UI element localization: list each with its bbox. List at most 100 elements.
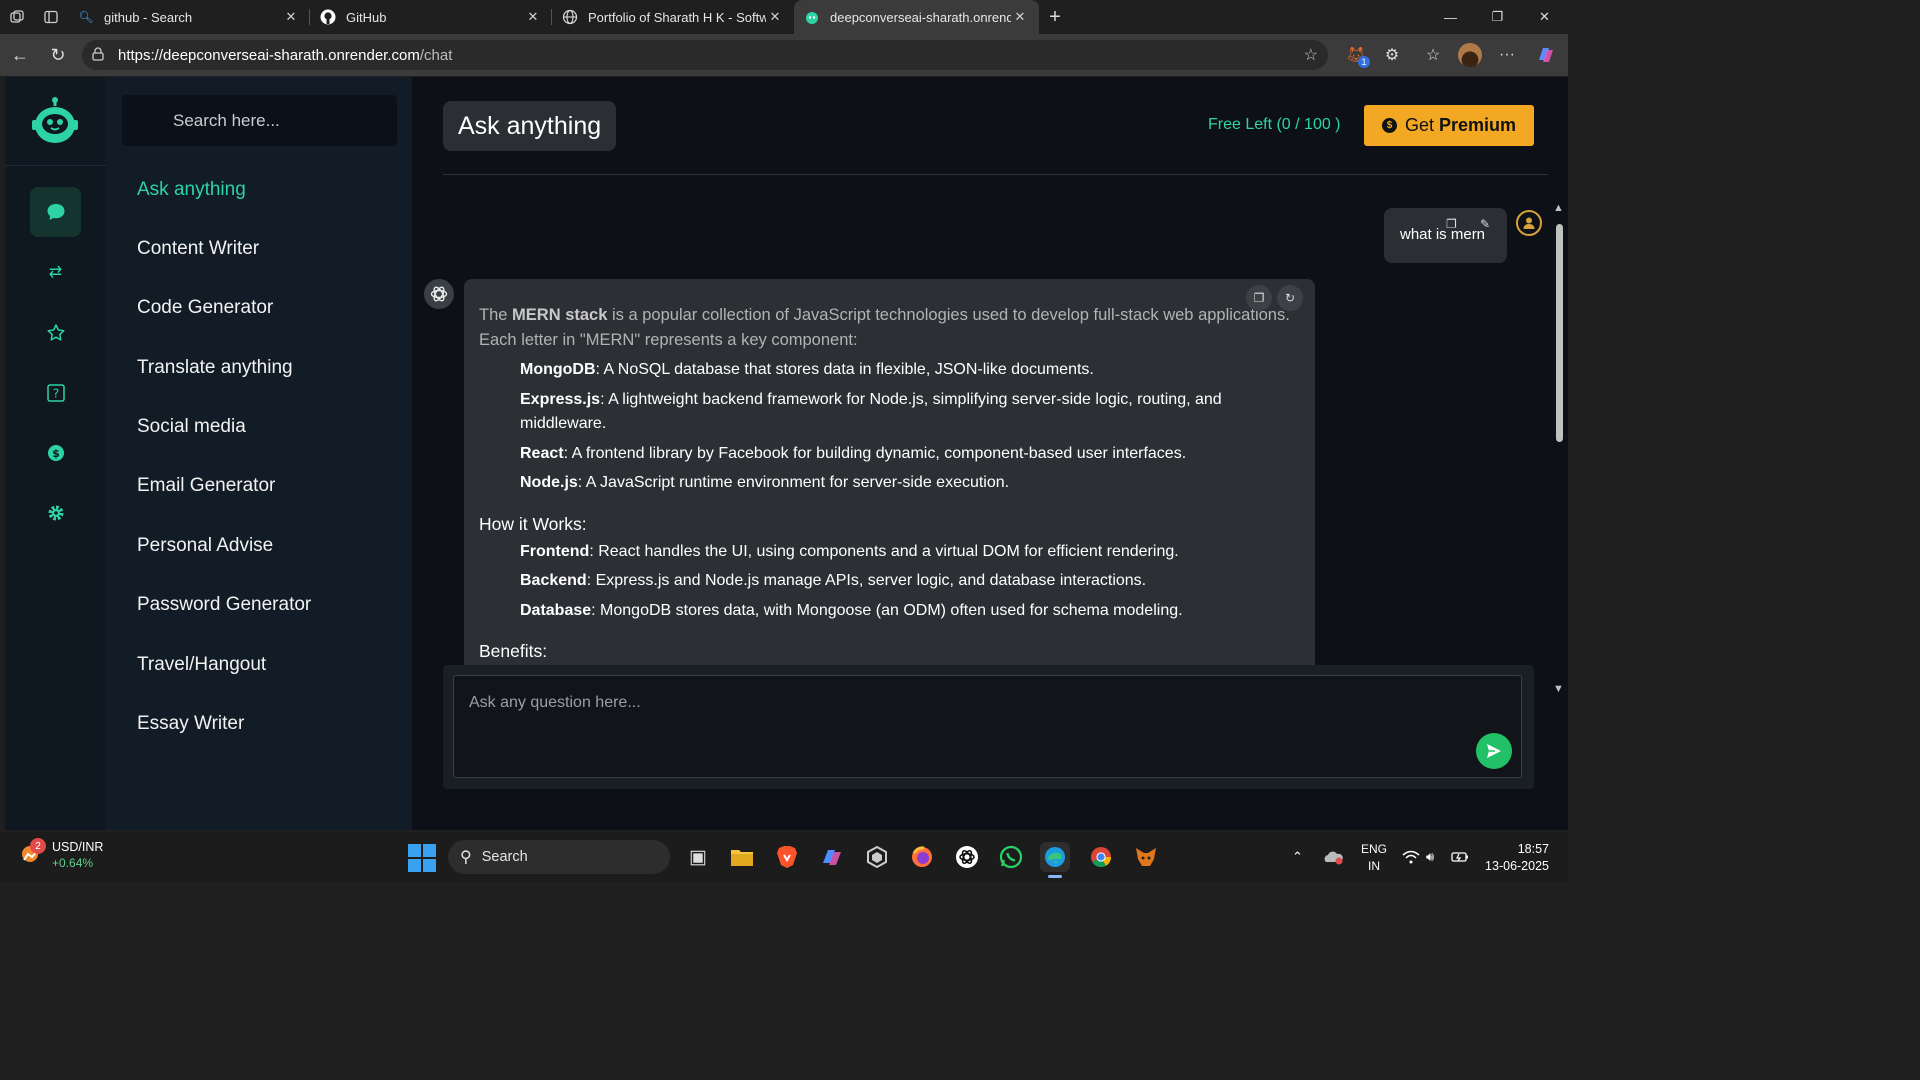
scroll-up-icon[interactable]: ▲ [1553, 202, 1564, 214]
windows-logo-tile [408, 844, 421, 857]
menu-item-email-generator[interactable]: Email Generator [137, 475, 275, 497]
message-tools: ❐ ↻ [1246, 285, 1303, 311]
list-item: MongoDB: A NoSQL database that stores da… [520, 361, 1094, 378]
bot-favicon [804, 9, 820, 25]
tab-github-search[interactable]: 🔍︎ github - Search ✕ [68, 0, 310, 34]
minimize-icon[interactable]: — [1427, 0, 1474, 34]
tab-deepconverse[interactable]: deepconverseai-sharath.onrender ✕ [794, 0, 1039, 34]
profile-avatar[interactable] [1452, 34, 1488, 76]
copy-icon[interactable]: ❐ [1446, 217, 1457, 231]
chatgpt-icon[interactable] [952, 842, 982, 872]
task-view-icon[interactable]: ▣ [683, 842, 713, 872]
active-app-indicator [1048, 875, 1062, 878]
onedrive-icon[interactable] [1322, 832, 1344, 882]
show-hidden-icons[interactable]: ⌃ [1292, 832, 1303, 882]
metamask-icon[interactable] [1131, 842, 1161, 872]
gear-icon[interactable] [30, 488, 81, 538]
copilot-app-icon[interactable] [817, 842, 847, 872]
list-item: Node.js: A JavaScript runtime environmen… [520, 474, 1010, 491]
header-divider [443, 174, 1548, 175]
copy-icon[interactable]: ❐ [1246, 285, 1272, 311]
menu-item-translate-anything[interactable]: Translate anything [137, 357, 293, 379]
regenerate-icon[interactable]: ↻ [1277, 285, 1303, 311]
chrome-icon[interactable] [1086, 842, 1116, 872]
stock-widget[interactable]: 2 USD/INR +0.64% [18, 838, 103, 870]
address-bar[interactable]: https://deepconverseai-sharath.onrender.… [82, 40, 1328, 70]
chat-icon[interactable] [30, 187, 81, 237]
close-tab-icon[interactable]: ✕ [524, 9, 542, 25]
answer-intro-term: MERN stack [512, 306, 608, 324]
battery-icon[interactable] [1451, 832, 1469, 882]
system-clock[interactable]: 18:57 13-06-2025 [1483, 841, 1549, 875]
get-premium-button[interactable]: $ Get Premium [1364, 105, 1534, 146]
browser-tab-bar: 🔍︎ github - Search ✕ GitHub ✕ Portfolio … [0, 0, 1568, 34]
unity-hub-icon[interactable] [862, 842, 892, 872]
star-icon[interactable] [30, 308, 81, 358]
start-button[interactable] [408, 844, 436, 872]
menu-item-password-generator[interactable]: Password Generator [137, 594, 311, 616]
chat-scrollbar[interactable]: ▲ ▼ [1551, 200, 1568, 700]
search-icon: 🔍︎ [78, 10, 94, 24]
menu-item-social-media[interactable]: Social media [137, 416, 246, 438]
close-tab-icon[interactable]: ✕ [1011, 9, 1029, 25]
section-heading: Benefits: [479, 641, 548, 661]
edit-pencil-icon[interactable]: ✎ [1480, 217, 1490, 231]
more-menu-icon[interactable]: ··· [1489, 34, 1525, 76]
whatsapp-icon[interactable] [996, 842, 1026, 872]
section-heading: How it Works: [479, 513, 587, 534]
windows-logo-tile [423, 844, 436, 857]
taskbar-search-label: Search [481, 849, 528, 865]
composer: Ask any question here... [443, 665, 1534, 789]
menu-item-travel-hangout[interactable]: Travel/Hangout [137, 654, 266, 676]
app-logo[interactable] [31, 97, 79, 145]
close-tab-icon[interactable]: ✕ [282, 9, 300, 25]
svg-text:$: $ [52, 447, 60, 460]
question-input[interactable]: Ask any question here... [453, 675, 1522, 778]
menu-item-essay-writer[interactable]: Essay Writer [137, 713, 244, 735]
workspaces-icon[interactable] [0, 0, 34, 34]
list-item: React: A frontend library by Facebook fo… [520, 444, 1187, 462]
menu-item-code-generator[interactable]: Code Generator [137, 297, 273, 319]
list-item: Backend: Express.js and Node.js manage A… [520, 572, 1147, 589]
input-language[interactable]: ENG IN [1358, 841, 1390, 875]
scrollbar-thumb[interactable] [1556, 224, 1563, 442]
dollar-icon[interactable]: $ [30, 428, 81, 478]
svg-text:?: ? [52, 387, 58, 401]
firefox-icon[interactable] [907, 842, 937, 872]
stock-change: +0.64% [52, 856, 94, 870]
tab-portfolio[interactable]: Portfolio of Sharath H K - Softwar ✕ [552, 0, 794, 34]
extensions-puzzle-icon[interactable]: ⚙ [1374, 34, 1410, 76]
vertical-tabs-icon[interactable] [34, 0, 68, 34]
send-button[interactable] [1476, 733, 1512, 769]
close-window-icon[interactable]: ✕ [1521, 0, 1568, 34]
icon-rail: ⇄ ? $ [5, 77, 106, 830]
new-tab-button[interactable]: + [1039, 0, 1071, 34]
search-input[interactable]: Search here... [122, 95, 397, 146]
list-item: Frontend: React handles the UI, using co… [520, 542, 1179, 560]
menu-item-ask-anything[interactable]: Ask anything [137, 179, 246, 201]
copilot-icon[interactable] [1528, 34, 1564, 76]
close-tab-icon[interactable]: ✕ [766, 9, 784, 25]
volume-icon[interactable]: 🔊︎ [1426, 832, 1434, 882]
edge-browser-icon[interactable] [1040, 842, 1070, 878]
wifi-icon[interactable] [1402, 832, 1420, 882]
menu-item-personal-advise[interactable]: Personal Advise [137, 535, 273, 557]
favorite-star-icon[interactable]: ☆ [1304, 45, 1318, 65]
globe-icon [562, 9, 578, 25]
brave-browser-icon[interactable] [772, 842, 802, 872]
swap-icon[interactable]: ⇄ [30, 247, 81, 297]
user-message-bubble: what is mern ❐ ✎ [1384, 208, 1507, 263]
favorites-icon[interactable]: ☆ [1415, 34, 1451, 76]
extension-fox-icon[interactable]: 🦊︎ 1 [1338, 34, 1374, 76]
help-icon[interactable]: ? [30, 368, 81, 418]
file-explorer-icon[interactable] [727, 842, 757, 872]
restore-icon[interactable]: ❐ [1474, 0, 1521, 34]
tab-title: GitHub [346, 9, 387, 25]
scroll-down-icon[interactable]: ▼ [1553, 683, 1564, 695]
taskbar-search[interactable]: ⚲ Search [448, 840, 670, 874]
tab-github[interactable]: GitHub ✕ [310, 0, 552, 34]
back-icon[interactable]: ← [1, 36, 39, 74]
menu-item-content-writer[interactable]: Content Writer [137, 238, 259, 260]
reload-icon[interactable]: ↻ [39, 36, 77, 74]
page-title: Ask anything [443, 101, 617, 151]
